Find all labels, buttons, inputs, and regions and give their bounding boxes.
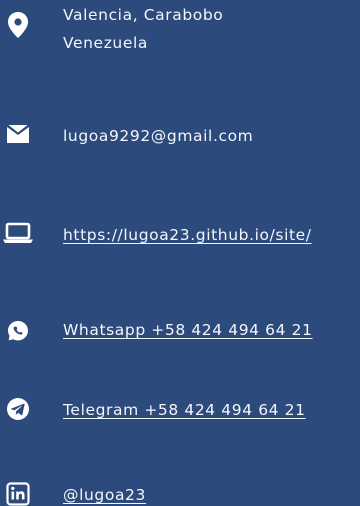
linkedin-icon (5, 481, 31, 506)
email-address: lugoa9292@gmail.com (63, 127, 254, 145)
telegram-icon (5, 396, 31, 422)
location-line-2: Venezuela (63, 34, 148, 52)
location-line-1: Valencia, Carabobo (63, 6, 224, 24)
linkedin-link[interactable]: @lugoa23 (63, 483, 146, 506)
location-pin-icon (5, 12, 31, 38)
whatsapp-link[interactable]: Whatsapp +58 424 494 64 21 (63, 318, 313, 342)
website-link[interactable]: https://lugoa23.github.io/site/ (63, 223, 312, 247)
envelope-icon (5, 121, 31, 147)
whatsapp-icon (5, 318, 31, 344)
laptop-icon (2, 220, 34, 246)
contact-panel: Valencia, Carabobo Venezuela lugoa9292@g… (0, 0, 360, 506)
telegram-link[interactable]: Telegram +58 424 494 64 21 (63, 398, 306, 422)
